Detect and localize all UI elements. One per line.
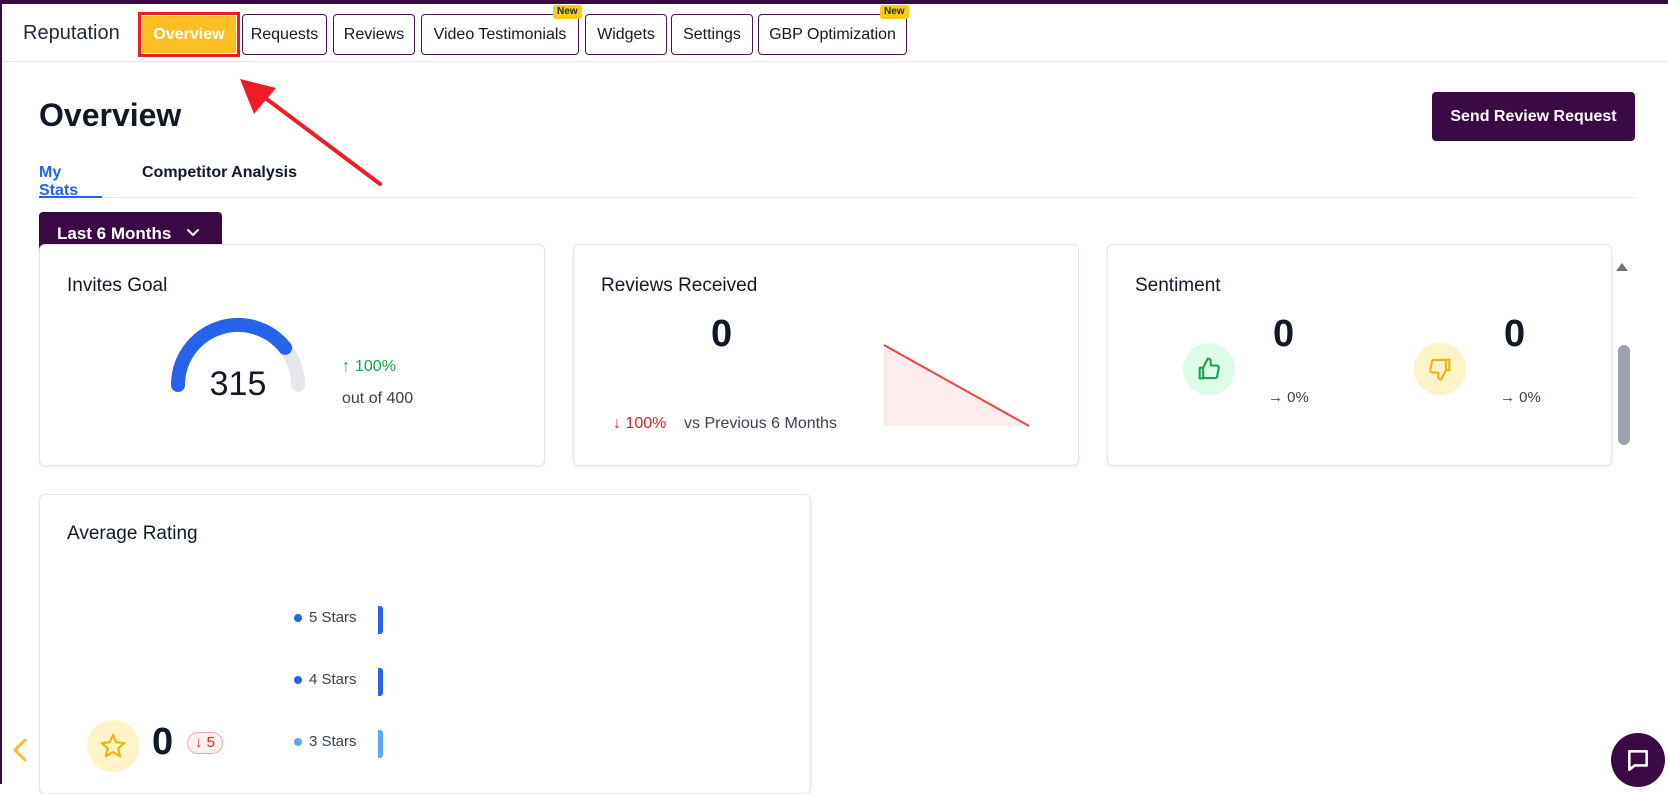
card-title: Reviews Received <box>601 275 758 296</box>
nav-tab-video-testimonials[interactable]: Video Testimonials <box>421 14 579 55</box>
nav-tab-reviews[interactable]: Reviews <box>333 14 415 55</box>
thumbs-up-icon <box>1183 343 1235 395</box>
legend-dot <box>294 613 302 622</box>
star-icon <box>87 720 139 772</box>
top-navigation: Reputation Overview Requests Reviews Vid… <box>2 4 1668 62</box>
thumbs-down-icon <box>1414 343 1466 395</box>
legend-dot <box>294 675 302 684</box>
brand-title: Reputation <box>23 22 120 44</box>
date-range-label: Last 6 Months <box>57 224 172 243</box>
card-title: Average Rating <box>67 523 198 544</box>
reviews-change: ↓ 100% <box>613 415 667 432</box>
nav-tab-requests[interactable]: Requests <box>242 14 327 55</box>
scroll-up-icon[interactable] <box>1615 262 1629 272</box>
app-frame: Reputation Overview Requests Reviews Vid… <box>0 0 1668 794</box>
reviews-trend-sparkline <box>883 344 1030 427</box>
invites-goal-card: Invites Goal 315 ↑ 100% out of 400 <box>39 244 545 466</box>
positive-sentiment-change: → 0% <box>1268 389 1309 406</box>
invites-goal-text: out of 400 <box>342 390 414 407</box>
negative-sentiment-value: 0 <box>1504 313 1526 355</box>
content-scrollbar[interactable] <box>1614 258 1630 788</box>
subtab-competitor-analysis[interactable]: Competitor Analysis <box>142 164 297 198</box>
average-rating-card: Average Rating 0 ↓ 5 5 Stars 4 Stars 3 S… <box>39 494 811 794</box>
arrow-up-icon: ↑ <box>342 358 350 375</box>
rating-bar-4 <box>378 668 383 696</box>
subtab-my-stats[interactable]: My Stats <box>39 164 102 199</box>
rating-row-3: 3 Stars <box>294 733 357 750</box>
arrow-down-icon: ↓ <box>195 734 203 751</box>
send-review-request-button[interactable]: Send Review Request <box>1432 92 1635 141</box>
positive-sentiment-value: 0 <box>1273 313 1295 355</box>
scrollbar-thumb[interactable] <box>1618 345 1630 445</box>
arrow-down-icon: ↓ <box>613 415 621 432</box>
card-title: Sentiment <box>1135 275 1221 296</box>
chat-icon <box>1628 750 1648 772</box>
new-badge: New <box>553 5 582 19</box>
average-rating-value: 0 <box>152 721 174 763</box>
subtabs-bar: My Stats Competitor Analysis <box>39 164 1635 199</box>
average-rating-change-badge: ↓ 5 <box>187 732 224 754</box>
arrow-right-icon: → <box>1500 389 1515 406</box>
rating-row-5: 5 Stars <box>294 609 357 626</box>
invites-goal-value: 315 <box>210 365 267 403</box>
new-badge: New <box>880 5 909 19</box>
nav-tab-widgets[interactable]: Widgets <box>585 14 667 55</box>
rating-row-4: 4 Stars <box>294 671 357 688</box>
nav-tab-settings[interactable]: Settings <box>671 14 753 55</box>
invites-gauge: 315 <box>171 318 305 403</box>
chevron-left-icon[interactable] <box>10 736 30 764</box>
rating-bar-5 <box>378 606 383 634</box>
nav-tab-overview[interactable]: Overview <box>142 16 236 53</box>
reviews-received-card: Reviews Received 0 ↓ 100% vs Previous 6 … <box>573 244 1079 466</box>
arrow-right-icon: → <box>1268 389 1283 406</box>
sentiment-card: Sentiment 0 → 0% 0 → 0% <box>1107 244 1612 466</box>
page-title: Overview <box>39 97 182 133</box>
chevron-down-icon <box>187 229 199 237</box>
negative-sentiment-change: → 0% <box>1500 389 1541 406</box>
card-title: Invites Goal <box>67 275 168 296</box>
legend-dot <box>294 737 302 746</box>
nav-tab-gbp-optimization[interactable]: GBP Optimization <box>758 14 907 55</box>
chat-launcher-button[interactable] <box>1611 733 1665 787</box>
invites-change: ↑ 100% <box>342 358 396 375</box>
reviews-compare-text: vs Previous 6 Months <box>684 415 837 432</box>
rating-bar-3 <box>378 730 383 758</box>
reviews-received-value: 0 <box>711 313 733 355</box>
